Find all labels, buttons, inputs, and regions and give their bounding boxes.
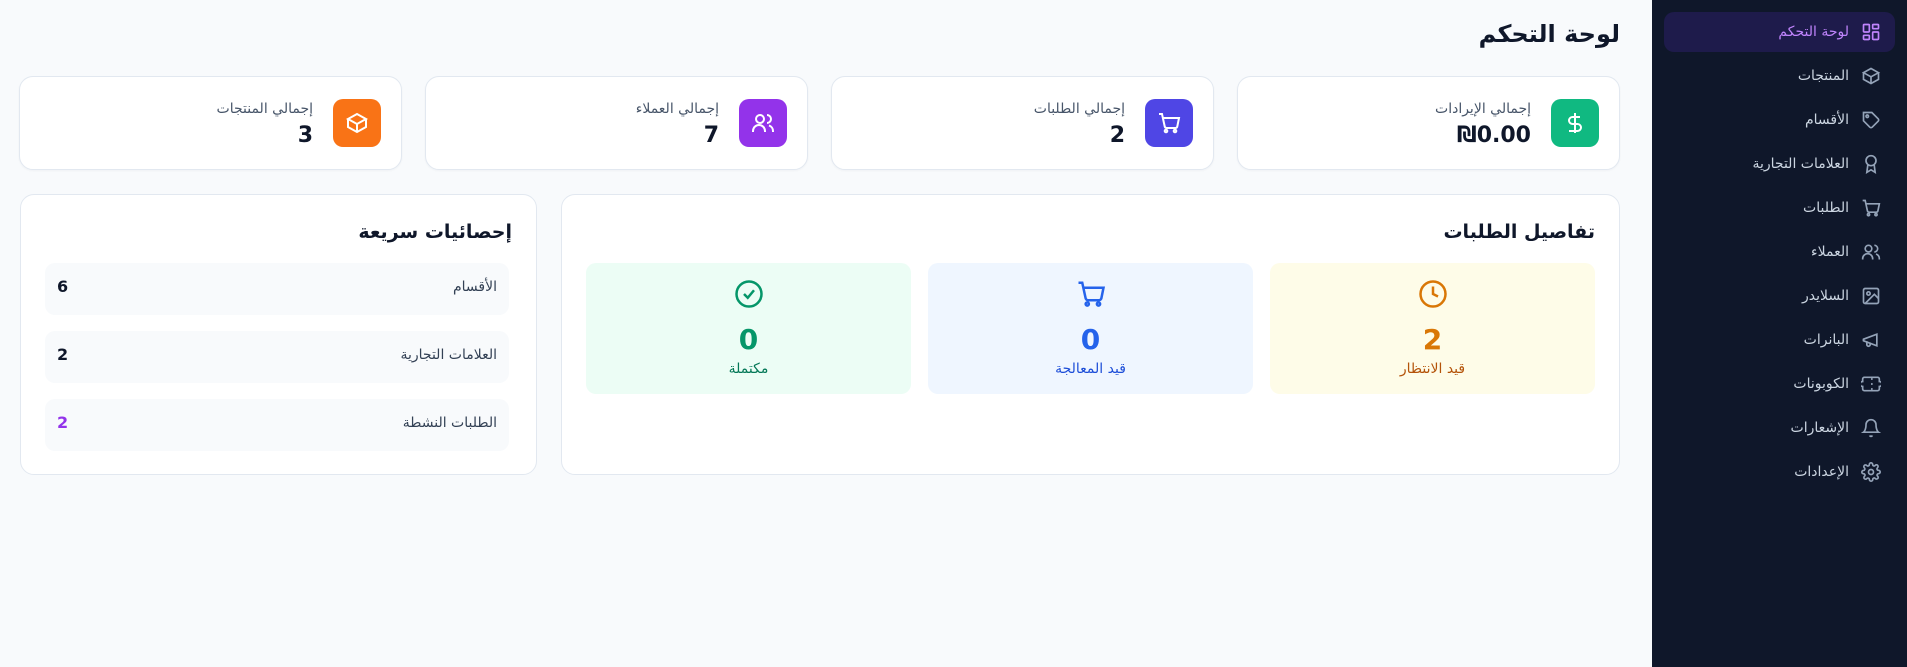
sidebar-item-label: السلايدر	[1801, 288, 1849, 304]
quick-stat-label: العلامات التجارية	[400, 347, 497, 363]
sidebar-item-label: لوحة التحكم	[1778, 24, 1849, 40]
check-circle-icon	[734, 280, 763, 308]
sidebar-item-label: العلامات التجارية	[1752, 156, 1849, 172]
users-icon	[752, 114, 774, 132]
cart-icon	[1159, 113, 1181, 134]
sidebar-item-products[interactable]: المنتجات	[1664, 56, 1895, 96]
order-status-processing: 0 قيد المعالجة	[928, 263, 1253, 394]
sidebar-item-label: المنتجات	[1797, 68, 1849, 84]
tag-icon	[1862, 111, 1880, 129]
cart-icon	[1078, 281, 1105, 307]
award-icon	[1865, 154, 1877, 174]
quick-stat-value: 6	[57, 277, 69, 296]
panel-title: إحصائيات سريعة	[358, 221, 512, 243]
order-details-panel: تفاصيل الطلبات 2 قيد الانتظار 0 قيد المع…	[561, 194, 1620, 475]
quick-stat-row: الأقسام 6	[45, 263, 509, 315]
sidebar-item-coupons[interactable]: الكوبونات	[1664, 364, 1895, 404]
quick-stat-label: الأقسام	[453, 279, 497, 295]
dashboard-icon	[1862, 23, 1880, 41]
sidebar-item-slider[interactable]: السلايدر	[1664, 276, 1895, 316]
dollar-icon	[1568, 113, 1582, 133]
users-icon	[1861, 244, 1881, 260]
box-icon-badge	[333, 99, 381, 147]
stat-card-revenue: إجمالي الإيرادات ₪0.00	[1237, 76, 1620, 170]
quick-stat-label: الطلبات النشطة	[402, 415, 497, 431]
sidebar-item-label: الإعدادات	[1794, 464, 1849, 480]
stat-label: إجمالي الإيرادات	[1435, 101, 1531, 117]
box-icon	[345, 112, 369, 134]
stat-value: 2	[1109, 123, 1125, 148]
cart-icon-badge	[1145, 99, 1193, 147]
stat-label: إجمالي الطلبات	[1033, 101, 1125, 117]
sidebar-item-label: الإشعارات	[1790, 420, 1849, 436]
stat-value: 3	[297, 123, 313, 148]
page-title: لوحة التحكم	[1478, 20, 1620, 48]
sidebar-item-banners[interactable]: البانرات	[1664, 320, 1895, 360]
stat-card-products: إجمالي المنتجات 3	[19, 76, 402, 170]
sidebar-item-label: الأقسام	[1805, 112, 1849, 128]
stat-card-orders: إجمالي الطلبات 2	[831, 76, 1214, 170]
ticket-icon	[1861, 376, 1881, 392]
stat-value: ₪0.00	[1456, 123, 1531, 148]
quick-stat-value: 2	[57, 345, 69, 364]
sidebar-item-label: العملاء	[1811, 244, 1849, 260]
quick-stat-value: 2	[57, 413, 69, 432]
quick-stat-row: العلامات التجارية 2	[45, 331, 509, 383]
box-icon	[1861, 67, 1881, 85]
stat-label: إجمالي العملاء	[635, 101, 719, 117]
sidebar: لوحة التحكم المنتجات الأقسام العلامات ال…	[1652, 0, 1907, 667]
gear-icon	[1861, 462, 1881, 482]
stat-label: إجمالي المنتجات	[216, 101, 313, 117]
stat-value: 7	[703, 123, 719, 148]
megaphone-icon	[1862, 332, 1878, 348]
sidebar-item-customers[interactable]: العملاء	[1664, 232, 1895, 272]
sidebar-item-notifications[interactable]: الإشعارات	[1664, 408, 1895, 448]
panel-title: تفاصيل الطلبات	[1443, 221, 1595, 243]
order-label: قيد الانتظار	[1399, 361, 1466, 377]
sidebar-item-brands[interactable]: العلامات التجارية	[1664, 144, 1895, 184]
sidebar-item-settings[interactable]: الإعدادات	[1664, 452, 1895, 492]
quick-stats-panel: إحصائيات سريعة الأقسام 6 العلامات التجار…	[20, 194, 537, 475]
cart-icon	[1862, 199, 1881, 217]
stat-card-customers: إجمالي العملاء 7	[425, 76, 808, 170]
sidebar-item-categories[interactable]: الأقسام	[1664, 100, 1895, 140]
sidebar-item-dashboard[interactable]: لوحة التحكم	[1664, 12, 1895, 52]
order-label: قيد المعالجة	[1055, 361, 1126, 377]
sidebar-item-label: البانرات	[1803, 332, 1849, 348]
order-count: 2	[1422, 323, 1443, 356]
order-count: 0	[1080, 323, 1101, 356]
users-icon-badge	[739, 99, 787, 147]
order-status-pending: 2 قيد الانتظار	[1270, 263, 1595, 394]
sidebar-item-orders[interactable]: الطلبات	[1664, 188, 1895, 228]
sidebar-item-label: الكوبونات	[1793, 376, 1849, 392]
order-count: 0	[738, 323, 759, 356]
clock-icon	[1418, 280, 1447, 308]
order-label: مكتملة	[728, 361, 769, 377]
dollar-icon-badge	[1551, 99, 1599, 147]
main-content: لوحة التحكم إجمالي الإيرادات ₪0.00 إجمال…	[0, 0, 1652, 667]
quick-stat-row: الطلبات النشطة 2	[45, 399, 509, 451]
order-status-completed: 0 مكتملة	[586, 263, 911, 394]
image-icon	[1862, 287, 1880, 305]
bell-icon	[1861, 418, 1881, 438]
sidebar-item-label: الطلبات	[1803, 200, 1849, 216]
